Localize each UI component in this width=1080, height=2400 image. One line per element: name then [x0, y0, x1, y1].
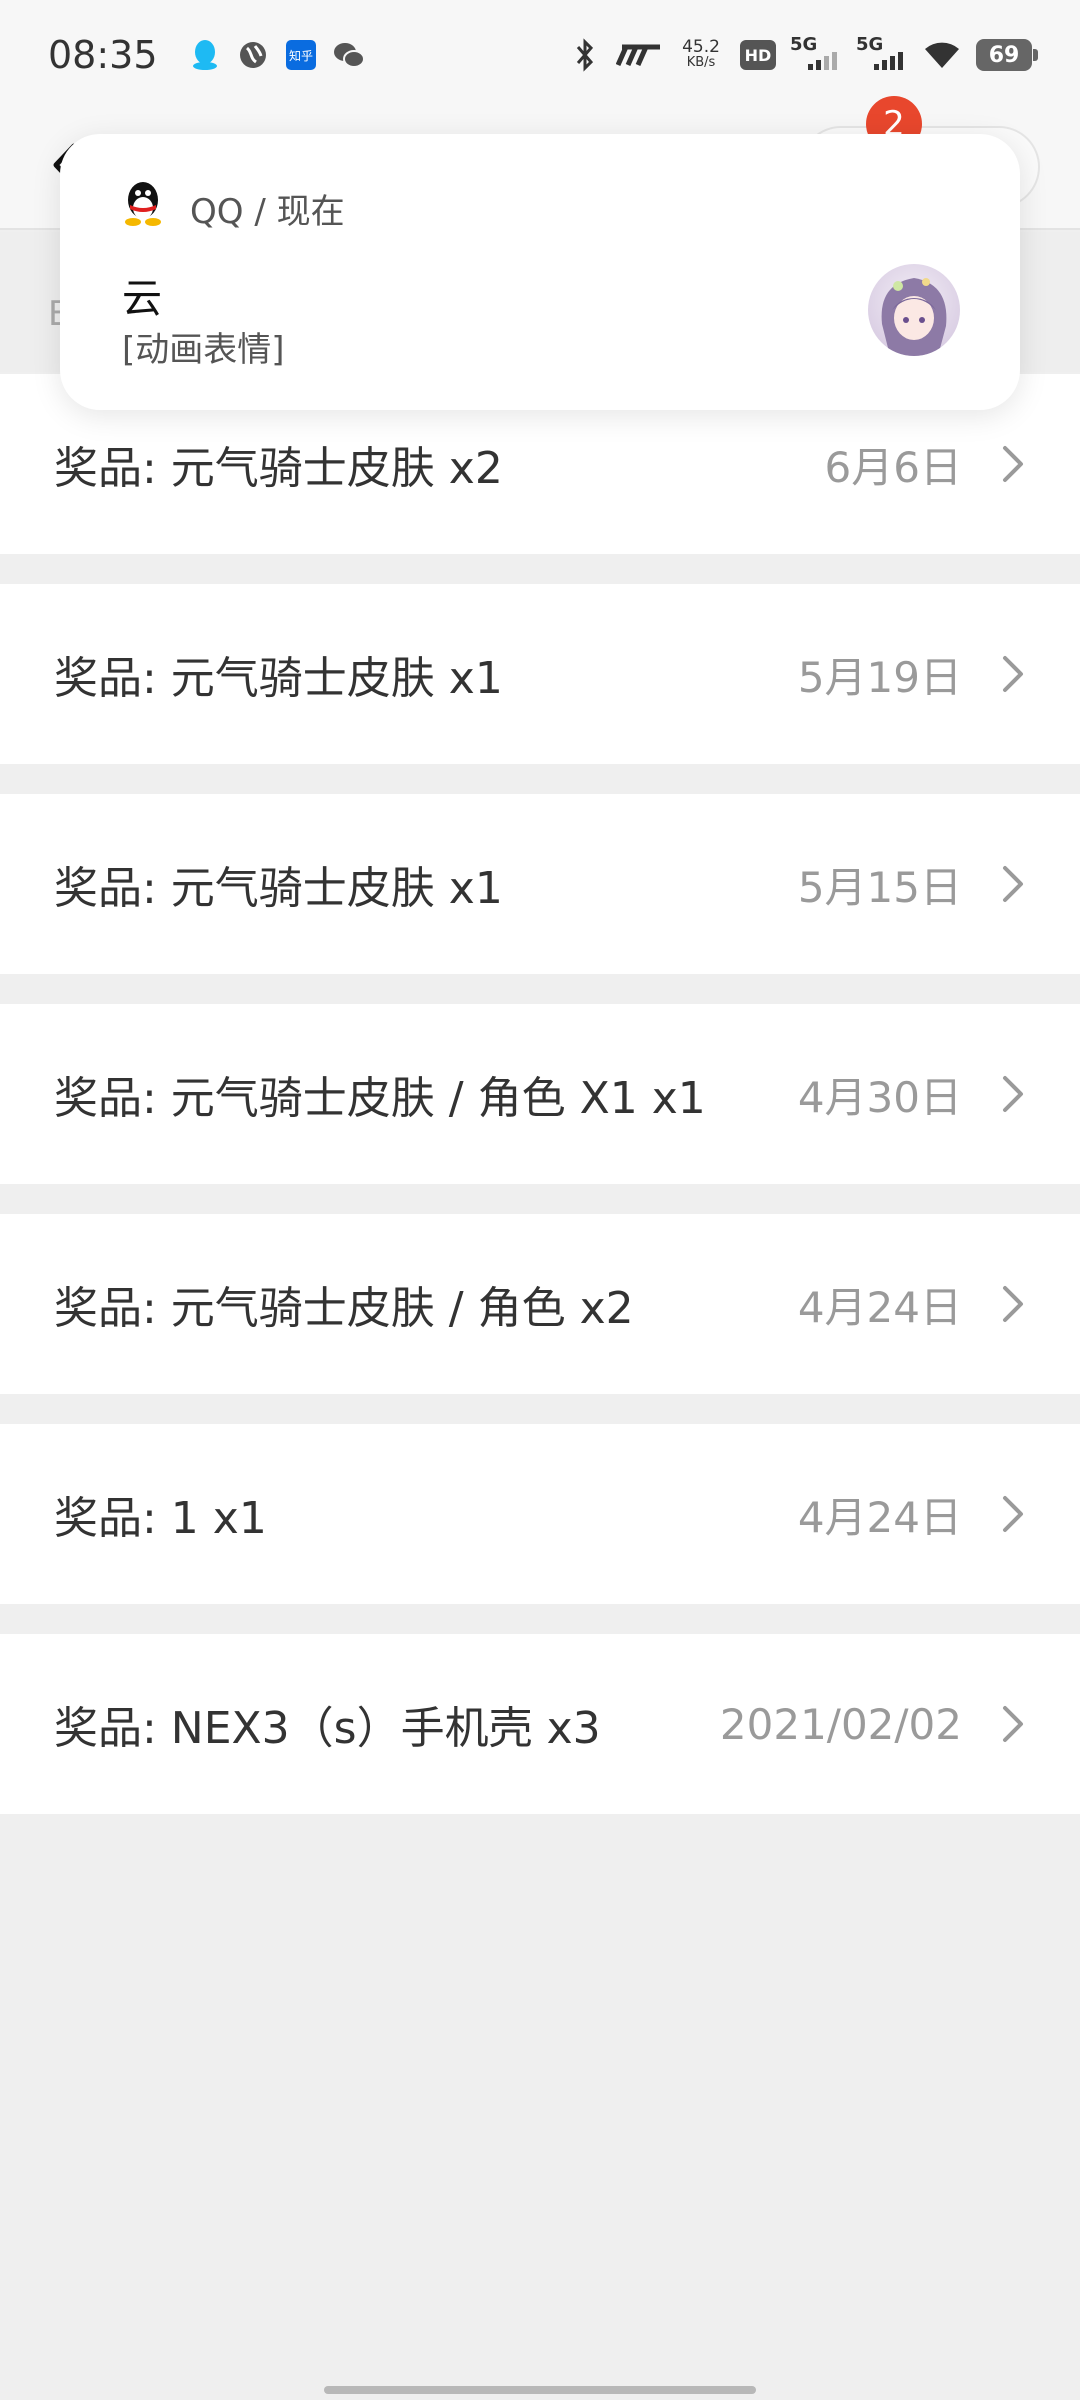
qq-icon	[188, 38, 222, 72]
status-right: 45.2 KB/s HD 5G 5G 69	[568, 34, 1038, 72]
notification-body: [动画表情]	[122, 330, 285, 370]
prize-label: 奖品: 1 x1	[54, 1493, 267, 1544]
signal-sim1-icon: 5G	[790, 34, 842, 72]
prize-date: 6月6日	[824, 442, 962, 492]
qq-notification[interactable]: QQ / 现在 云 [动画表情]	[60, 134, 1020, 410]
prize-record-row[interactable]: 奖品: 元气骑士皮肤 / 角色 x2 4月24日	[0, 1214, 1080, 1394]
prize-record-row[interactable]: 奖品: 元气骑士皮肤 x1 5月19日	[0, 584, 1080, 764]
browser-icon	[236, 38, 270, 72]
zhihu-icon: 知乎	[284, 38, 318, 72]
chevron-right-icon	[1002, 654, 1026, 694]
prize-date: 4月24日	[797, 1282, 962, 1332]
svg-text:知乎: 知乎	[289, 49, 313, 63]
prize-record-row[interactable]: 奖品: 元气骑士皮肤 x1 5月15日	[0, 794, 1080, 974]
prize-date: 5月19日	[797, 652, 962, 702]
prize-date: 4月24日	[797, 1492, 962, 1542]
prize-label: 奖品: 元气骑士皮肤 x1	[54, 653, 503, 704]
signal-sim2-icon: 5G	[856, 34, 908, 72]
chevron-right-icon	[1002, 1284, 1026, 1324]
hd-icon: HD	[740, 40, 776, 70]
prize-record-row[interactable]: 奖品: 1 x1 4月24日	[0, 1424, 1080, 1604]
chevron-right-icon	[1002, 444, 1026, 484]
prize-date: 2021/02/02	[719, 1699, 962, 1749]
wifi-icon	[922, 38, 962, 72]
nfc-icon	[616, 38, 662, 72]
prize-record-row[interactable]: 奖品: NEX3（s）手机壳 x3 2021/02/02	[0, 1634, 1080, 1814]
prize-date: 5月15日	[797, 862, 962, 912]
notification-icons: 知乎	[188, 38, 366, 72]
chevron-right-icon	[1002, 1074, 1026, 1114]
chevron-right-icon	[1002, 864, 1026, 904]
wechat-icon	[332, 38, 366, 72]
sender-avatar	[868, 264, 960, 356]
prize-record-row[interactable]: 奖品: 元气骑士皮肤 / 角色 X1 x1 4月30日	[0, 1004, 1080, 1184]
prize-label: 奖品: 元气骑士皮肤 / 角色 X1 x1	[54, 1073, 706, 1124]
notification-app-line: QQ / 现在	[190, 192, 345, 232]
prize-label: 奖品: 元气骑士皮肤 x1	[54, 863, 503, 914]
qq-penguin-icon	[118, 178, 168, 228]
prize-label: 奖品: 元气骑士皮肤 / 角色 x2	[54, 1283, 634, 1334]
network-speed: 45.2 KB/s	[682, 37, 720, 71]
prize-label: 奖品: 元气骑士皮肤 x2	[54, 443, 503, 494]
prize-label: 奖品: NEX3（s）手机壳 x3	[54, 1703, 601, 1754]
bluetooth-icon	[568, 38, 602, 72]
home-indicator[interactable]	[324, 2386, 756, 2394]
notification-title: 云	[122, 276, 162, 322]
battery-indicator: 69	[976, 39, 1038, 71]
status-time: 08:35	[48, 33, 158, 77]
chevron-right-icon	[1002, 1494, 1026, 1534]
prize-date: 4月30日	[797, 1072, 962, 1122]
chevron-right-icon	[1002, 1704, 1026, 1744]
status-bar: 08:35 知乎 45.2 KB/s HD 5G 5G 69	[0, 0, 1080, 110]
